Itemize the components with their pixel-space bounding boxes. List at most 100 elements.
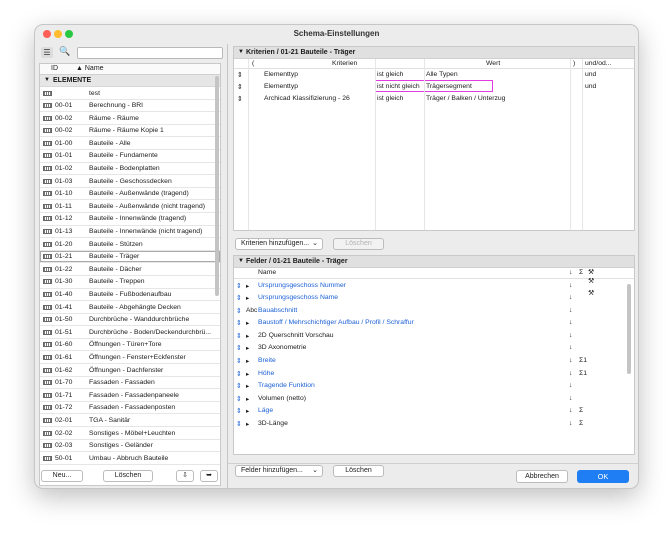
disclosure-triangle-icon[interactable]: ▼: [44, 77, 50, 83]
criteria-row[interactable]: ⇕ Archicad Klassifizierung - 26 ist gleich…: [234, 93, 634, 105]
sort-arrow-icon[interactable]: ↓: [569, 307, 572, 314]
schema-row[interactable]: 02-02 Sonstiges - Möbel+Leuchten: [40, 427, 220, 440]
schema-row[interactable]: 00-01 Berechnung - BRI: [40, 100, 220, 113]
schema-row[interactable]: 01-20 Bauteile - Stützen: [40, 238, 220, 251]
reorder-handle-icon[interactable]: ⇕: [236, 344, 242, 352]
reorder-handle-icon[interactable]: ⇕: [236, 357, 242, 365]
field-name[interactable]: 3D Axonometrie: [258, 344, 306, 351]
reorder-handle-icon[interactable]: ⇕: [236, 282, 242, 290]
schema-row[interactable]: 02-01 TGA - Sanitär: [40, 414, 220, 428]
schema-row[interactable]: 01-12 Bauteile - Innenwände (tragend): [40, 213, 220, 226]
new-schema-button[interactable]: Neu...: [41, 470, 83, 482]
field-name[interactable]: Höhe: [258, 370, 274, 377]
reorder-handle-icon[interactable]: ⇕: [236, 370, 242, 378]
field-row[interactable]: ⇕ ▸ Baustoff / Mehrschichtiger Aufbau / Pr…: [234, 317, 634, 330]
schema-row[interactable]: 01-11 Bauteile - Außenwände (nicht tragen…: [40, 200, 220, 213]
list-view-toggle[interactable]: ☰: [41, 47, 53, 58]
schema-row[interactable]: 01-71 Fassaden - Fassadenpaneele: [40, 389, 220, 402]
sort-arrow-icon[interactable]: ↓: [569, 344, 572, 351]
sum-indicator[interactable]: Σ1: [579, 357, 587, 364]
column-header-name[interactable]: ▲ Name: [76, 65, 104, 72]
delete-fields-button[interactable]: Löschen: [333, 465, 384, 477]
schema-row[interactable]: 01-13 Bauteile - Innenwände (nicht tragen…: [40, 226, 220, 239]
schema-row[interactable]: 01-41 Bauteile - Abgehängte Decken: [40, 301, 220, 314]
schema-row[interactable]: 00-02 Räume - Räume: [40, 112, 220, 125]
field-name[interactable]: Ursprungsgeschoss Nummer: [258, 282, 346, 289]
criteria-row[interactable]: ⇕ Elementtyp ist nicht gleich Trägersegment…: [234, 80, 634, 93]
schema-row[interactable]: 02-03 Sonstiges - Geländer: [40, 440, 220, 453]
sum-indicator[interactable]: Σ: [579, 420, 583, 427]
field-name[interactable]: 3D-Länge: [258, 420, 288, 427]
list-scrollbar[interactable]: [215, 76, 219, 296]
sort-arrow-icon[interactable]: ↓: [569, 370, 572, 377]
schema-row[interactable]: 01-03 Bauteile - Geschossdecken: [40, 175, 220, 188]
field-name[interactable]: 2D Querschnitt Vorschau: [258, 332, 334, 339]
schema-row[interactable]: 01-30 Bauteile - Treppen: [40, 276, 220, 289]
reorder-handle-icon[interactable]: ⇕: [236, 407, 242, 415]
field-name[interactable]: Volumen (netto): [258, 395, 306, 402]
reorder-handle-icon[interactable]: ⇕: [236, 319, 242, 327]
reorder-handle-icon[interactable]: ⇕: [237, 71, 243, 79]
group-elemente[interactable]: ▼ ELEMENTE: [40, 75, 220, 87]
reorder-handle-icon[interactable]: ⇕: [237, 95, 243, 103]
criterion-name[interactable]: Archicad Klassifizierung - 26: [264, 95, 350, 102]
reorder-handle-icon[interactable]: ⇕: [236, 420, 242, 428]
field-row[interactable]: ⇕ ▸ Läge ↓ Σ: [234, 405, 634, 418]
schema-row[interactable]: 01-10 Bauteile - Außenwände (tragend): [40, 188, 220, 201]
sum-indicator[interactable]: Σ1: [579, 370, 587, 377]
field-row[interactable]: ⇕ ▸ Breite ↓ Σ1: [234, 355, 634, 368]
schema-row[interactable]: 00-02 Räume - Räume Kopie 1: [40, 125, 220, 138]
criterion-value[interactable]: Träger / Balken / Unterzug: [426, 95, 505, 102]
sort-arrow-icon[interactable]: ↓: [569, 357, 572, 364]
sum-indicator[interactable]: Σ: [579, 407, 583, 414]
field-row[interactable]: ⇕ ▸ 2D Querschnitt Vorschau ↓: [234, 329, 634, 342]
criterion-value[interactable]: Alle Typen: [426, 71, 458, 78]
schema-row[interactable]: 01-70 Fassaden - Fassaden: [40, 377, 220, 390]
schema-row[interactable]: test: [40, 87, 220, 100]
field-row[interactable]: ⇕ ▸ 3D Axonometrie ↓: [234, 342, 634, 355]
export-button[interactable]: ➥: [200, 470, 218, 482]
add-criteria-dropdown[interactable]: Kriterien hinzufügen... ⌄: [235, 238, 323, 250]
schema-row[interactable]: 01-40 Bauteile - Fußbodenaufbau: [40, 289, 220, 302]
reorder-handle-icon[interactable]: ⇕: [236, 382, 242, 390]
field-row[interactable]: ⇕ Abc Bauabschnitt ↓: [234, 304, 634, 317]
criteria-header[interactable]: ▼ Kriterien / 01-21 Bauteile - Träger: [234, 47, 634, 59]
criterion-name[interactable]: Elementtyp: [264, 71, 298, 78]
criterion-operator[interactable]: ist gleich: [377, 71, 403, 78]
field-row[interactable]: ⇕ ▸ Tragende Funktion ↓: [234, 380, 634, 393]
disclosure-triangle-icon[interactable]: ▼: [238, 258, 244, 264]
schema-row[interactable]: 01-02 Bauteile - Bodenplatten: [40, 163, 220, 176]
schema-row[interactable]: 01-01 Bauteile - Fundamente: [40, 150, 220, 163]
delete-schema-button[interactable]: Löschen: [103, 470, 153, 482]
column-header-id[interactable]: ID: [51, 65, 58, 72]
sort-arrow-icon[interactable]: ↓: [569, 395, 572, 402]
criterion-and-or[interactable]: und: [585, 83, 596, 90]
cancel-button[interactable]: Abbrechen: [516, 470, 568, 483]
criterion-and-or[interactable]: und: [585, 71, 596, 78]
schema-row[interactable]: 01-60 Öffnungen - Türen+Tore: [40, 339, 220, 352]
sort-arrow-icon[interactable]: ↓: [569, 420, 572, 427]
schema-row[interactable]: 01-51 Durchbrüche - Boden/Deckendurchbrü.…: [40, 326, 220, 339]
schema-row[interactable]: 50-01 Umbau - Abbruch Bauteile: [40, 452, 220, 465]
field-name[interactable]: Baustoff / Mehrschichtiger Aufbau / Prof…: [258, 319, 414, 326]
sort-arrow-icon[interactable]: ↓: [569, 332, 572, 339]
criterion-name[interactable]: Elementtyp: [264, 83, 298, 90]
schema-row[interactable]: 01-61 Öffnungen - Fenster+Eckfenster: [40, 351, 220, 365]
field-name[interactable]: Bauabschnitt: [258, 307, 297, 314]
field-row[interactable]: ⇕ ▸ Ursprungsgeschoss Nummer ↓: [234, 279, 634, 292]
reorder-handle-icon[interactable]: ⇕: [237, 83, 243, 91]
field-row[interactable]: ⇕ ▸ 3D-Länge ↓ Σ: [234, 418, 634, 431]
schema-row[interactable]: 01-62 Öffnungen - Dachfenster: [40, 364, 220, 377]
schema-row[interactable]: 01-50 Durchbrüche - Wanddurchbrüche: [40, 314, 220, 327]
criterion-operator[interactable]: ist gleich: [377, 95, 403, 102]
field-name[interactable]: Ursprungsgeschoss Name: [258, 294, 338, 301]
sort-arrow-icon[interactable]: ↓: [569, 282, 572, 289]
field-row[interactable]: ⇕ ▸ Volumen (netto) ↓: [234, 392, 634, 405]
schema-row[interactable]: 01-21 Bauteile - Träger: [40, 250, 220, 264]
import-button[interactable]: ⇩: [176, 470, 194, 482]
disclosure-triangle-icon[interactable]: ▼: [238, 49, 244, 55]
field-name[interactable]: Läge: [258, 407, 273, 414]
fields-scrollbar[interactable]: [627, 284, 631, 374]
field-row[interactable]: ⇕ ▸ Ursprungsgeschoss Name ↓: [234, 292, 634, 305]
sort-arrow-icon[interactable]: ↓: [569, 382, 572, 389]
